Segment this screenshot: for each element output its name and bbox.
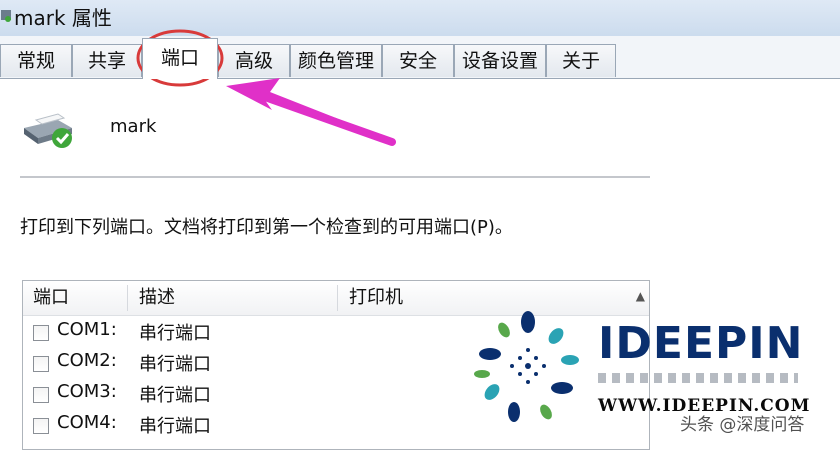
pointer-arrow-shaft — [258, 92, 396, 146]
printer-small-icon — [1, 10, 11, 22]
tab-strip: 常规 共享 端口 高级 颜色管理 安全 设备设置 关于 — [0, 36, 840, 79]
port-description: 串行端口 — [139, 416, 211, 437]
tab-ports[interactable]: 端口 — [142, 38, 218, 79]
logo-wordmark: IDEEPIN — [598, 318, 804, 369]
port-description: 串行端口 — [139, 323, 211, 344]
scroll-up-icon[interactable]: ▲ — [636, 289, 645, 303]
divider — [20, 176, 650, 178]
logo-decorative-strip — [598, 373, 798, 383]
tab-device-settings[interactable]: 设备设置 — [454, 44, 546, 77]
pointer-arrow — [226, 78, 392, 140]
port-name: COM1: — [57, 319, 117, 340]
ideepin-logo-icon — [474, 311, 579, 422]
column-port[interactable]: 端口 — [33, 281, 69, 315]
window-title: mark 属性 — [14, 6, 112, 30]
port-name: COM4: — [57, 412, 117, 433]
printer-icon — [24, 113, 72, 148]
port-name: COM3: — [57, 381, 117, 402]
tab-security[interactable]: 安全 — [382, 44, 454, 77]
column-separator — [127, 285, 128, 311]
port-checkbox[interactable] — [33, 418, 49, 434]
tab-color-management[interactable]: 颜色管理 — [290, 44, 382, 77]
column-printer[interactable]: 打印机 — [349, 281, 403, 315]
tab-about[interactable]: 关于 — [546, 44, 616, 77]
port-description: 串行端口 — [139, 385, 211, 406]
source-watermark: 头条 @深度问答 — [680, 415, 805, 435]
port-checkbox[interactable] — [33, 325, 49, 341]
port-name: COM2: — [57, 350, 117, 371]
port-checkbox[interactable] — [33, 356, 49, 372]
port-checkbox[interactable] — [33, 387, 49, 403]
tab-sharing[interactable]: 共享 — [72, 44, 142, 77]
port-description: 串行端口 — [139, 354, 211, 375]
tab-general[interactable]: 常规 — [0, 44, 72, 77]
title-bar: mark 属性 — [0, 0, 840, 36]
printer-name: mark — [110, 116, 157, 137]
ports-description: 打印到下列端口。文档将打印到第一个检查到的可用端口(P)。 — [20, 217, 513, 238]
column-separator — [337, 285, 338, 311]
column-description[interactable]: 描述 — [139, 281, 175, 315]
tab-advanced[interactable]: 高级 — [218, 44, 290, 77]
